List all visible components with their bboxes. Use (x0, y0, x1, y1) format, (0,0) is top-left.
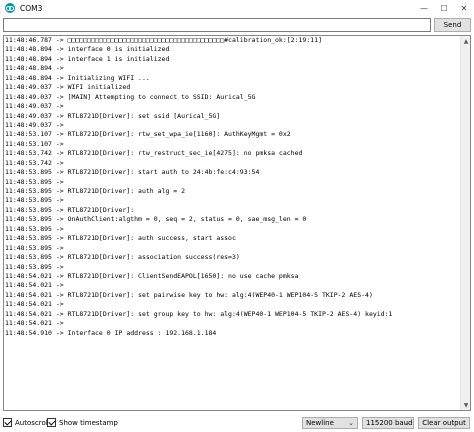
line-ending-select[interactable]: Newline ⌄ (302, 417, 358, 429)
output-line: 11:48:53.895 -> (5, 196, 64, 205)
maximize-icon[interactable]: ☐ (434, 0, 454, 16)
output-line: 11:48:53.107 -> RTL8721D[Driver]: rtw_se… (5, 130, 291, 139)
output-line: 11:48:54.021 -> (5, 319, 64, 328)
autoscroll-toggle[interactable]: Autoscroll (3, 418, 50, 427)
output-line: 11:48:54.021 -> (5, 281, 64, 290)
minimize-icon[interactable]: — (414, 0, 434, 16)
bottom-bar: Autoscroll Show timestamp Newline ⌄ 1152… (0, 414, 474, 432)
vertical-scrollbar[interactable]: ▲ ▼ (460, 36, 470, 410)
send-button[interactable]: Send (434, 18, 471, 32)
serial-output[interactable]: 11:48:46.787 -> □□□□□□□□□□□□□□□□□□□□□□□□… (3, 35, 471, 411)
serial-input[interactable] (3, 18, 431, 32)
output-line: 11:48:53.895 -> RTL8721D[Driver]: auth a… (5, 187, 186, 195)
output-line: 11:48:48.894 -> interface 1 is initializ… (5, 54, 170, 63)
output-line: 11:48:48.894 -> Initializing WIFI ... (5, 73, 150, 82)
output-line: 11:48:54.021 -> RTL8721D[Driver]: set gr… (5, 309, 393, 318)
output-line: 11:48:53.895 -> (5, 243, 64, 252)
output-lines: 11:48:46.787 -> □□□□□□□□□□□□□□□□□□□□□□□□… (5, 36, 459, 338)
show-timestamp-toggle[interactable]: Show timestamp (47, 418, 118, 427)
output-line: 11:48:54.021 -> RTL8721D[Driver]: set pa… (5, 290, 373, 299)
window-title: COM3 (20, 3, 43, 13)
output-line: 11:48:54.021 -> RTL8721D[Driver]: Client… (5, 271, 299, 280)
output-line: 11:48:53.895 -> RTL8721D[Driver]: auth s… (5, 234, 236, 243)
output-line: 11:48:53.742 -> RTL8721D[Driver]: rtw_re… (5, 149, 303, 158)
show-timestamp-label: Show timestamp (59, 418, 118, 427)
output-line: 11:48:53.895 -> RTL8721D[Driver]: (5, 205, 135, 214)
output-line: 11:48:48.894 -> interface 0 is initializ… (5, 45, 170, 54)
output-line: 11:48:46.787 -> □□□□□□□□□□□□□□□□□□□□□□□□… (5, 36, 322, 44)
scroll-up-icon[interactable]: ▲ (461, 36, 470, 46)
baud-rate-select[interactable]: 115200 baud ⌄ (362, 417, 414, 429)
output-line: 11:48:54.021 -> (5, 300, 64, 309)
send-bar: Send (0, 17, 474, 33)
output-line: 11:48:53.742 -> (5, 158, 64, 167)
window-controls: — ☐ ✕ (414, 0, 474, 16)
output-line: 11:48:49.037 -> RTL8721D[Driver]: set ss… (5, 111, 221, 120)
show-timestamp-checkbox[interactable] (47, 418, 56, 427)
title-bar: COM3 — ☐ ✕ (0, 0, 474, 16)
output-line: 11:48:53.107 -> (5, 139, 64, 148)
autoscroll-checkbox[interactable] (3, 418, 12, 427)
chevron-down-icon: ⌄ (348, 419, 354, 427)
output-line: 11:48:53.895 -> (5, 262, 64, 271)
output-line: 11:48:49.037 -> WIFI initialized (5, 83, 131, 92)
output-line: 11:48:53.895 -> (5, 177, 64, 186)
scroll-down-icon[interactable]: ▼ (461, 400, 470, 410)
output-line: 11:48:49.037 -> [MAIN] Attempting to con… (5, 92, 256, 101)
autoscroll-label: Autoscroll (15, 418, 50, 427)
output-line: 11:48:49.037 -> (5, 102, 64, 111)
line-ending-value: Newline (306, 419, 334, 427)
output-line: 11:48:53.895 -> OnAuthClient:algthm = 0,… (5, 215, 307, 224)
clear-output-button[interactable]: Clear output (418, 417, 470, 429)
output-line: 11:48:48.894 -> (5, 64, 64, 73)
close-icon[interactable]: ✕ (454, 0, 474, 16)
output-line: 11:48:49.037 -> (5, 120, 64, 129)
output-line: 11:48:53.895 -> RTL8721D[Driver]: associ… (5, 253, 240, 262)
output-line: 11:48:54.910 -> Interface 0 IP address :… (5, 328, 217, 337)
chevron-down-icon: ⌄ (404, 419, 410, 427)
output-line: 11:48:53.895 -> (5, 224, 64, 233)
arduino-app-icon (5, 3, 15, 13)
output-line: 11:48:53.895 -> RTL8721D[Driver]: start … (5, 168, 260, 177)
